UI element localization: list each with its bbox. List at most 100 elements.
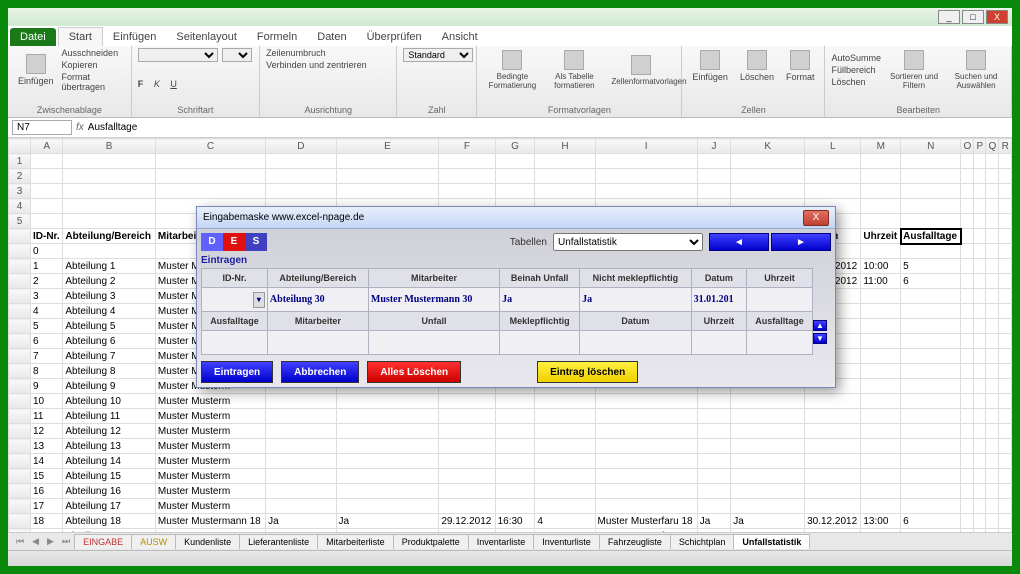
minimize-button[interactable]: _ [938,10,960,24]
cell[interactable]: Muster Musterm [155,424,265,439]
row-header[interactable] [9,469,31,484]
insert-cells-button[interactable]: Einfügen [688,48,732,84]
cell[interactable] [861,424,901,439]
sheet-tab[interactable]: Kundenliste [175,534,240,549]
cell[interactable] [266,499,336,514]
cell[interactable] [266,169,336,184]
cell[interactable] [986,169,999,184]
cell[interactable] [336,454,439,469]
cell[interactable]: 8 [31,364,63,379]
cell[interactable]: Abteilung 8 [63,364,156,379]
cell[interactable] [336,169,439,184]
cell[interactable]: Abteilung 7 [63,349,156,364]
cell[interactable] [901,409,961,424]
tab-daten[interactable]: Daten [307,28,356,46]
cell[interactable] [986,184,999,199]
cell[interactable] [731,184,805,199]
cell[interactable] [336,499,439,514]
tab-nav-next[interactable]: ▶ [43,536,58,547]
cell[interactable] [697,169,731,184]
cell[interactable] [495,409,535,424]
cell[interactable]: Muster Musterfaru 18 [595,514,697,529]
cell[interactable]: 6 [901,514,961,529]
cell[interactable] [901,499,961,514]
cell[interactable]: Muster Musterm [155,409,265,424]
cell[interactable]: 15 [31,469,63,484]
cell[interactable] [595,499,697,514]
cell[interactable] [595,424,697,439]
cell[interactable] [266,409,336,424]
tab-start[interactable]: Start [58,27,103,46]
cell[interactable] [31,184,63,199]
cell[interactable]: Muster Musterm [155,499,265,514]
cell[interactable]: 6 [901,274,961,289]
cell[interactable] [901,484,961,499]
cell[interactable]: Ja [731,529,805,533]
form-field[interactable]: ▾ [202,288,268,312]
cell[interactable] [535,499,595,514]
cell[interactable] [336,184,439,199]
cell[interactable] [861,319,901,334]
cell[interactable]: 13 [31,439,63,454]
row-header[interactable]: 4 [9,199,31,214]
cell[interactable] [266,439,336,454]
cell[interactable] [731,409,805,424]
eintragen-button[interactable]: Eintragen [201,361,273,383]
cell[interactable] [439,469,495,484]
cell[interactable] [439,424,495,439]
cell[interactable] [266,424,336,439]
cell[interactable] [974,214,986,229]
cell[interactable]: 17 [31,499,63,514]
cell[interactable] [805,409,861,424]
col-header[interactable]: E [336,139,439,154]
cell[interactable] [595,454,697,469]
form-field[interactable]: 31.01.201 [691,288,746,312]
cell[interactable] [495,169,535,184]
row-header[interactable] [9,319,31,334]
col-header[interactable]: F [439,139,495,154]
col-header[interactable]: D [266,139,336,154]
col-header[interactable]: N [901,139,961,154]
form-field[interactable] [580,331,691,355]
row-header[interactable] [9,379,31,394]
cell[interactable]: 19 [31,529,63,533]
formula-input[interactable] [88,122,1008,133]
merge-center-button[interactable]: Verbinden und zentrieren [266,60,390,70]
form-field[interactable] [747,288,813,312]
cell[interactable]: Abteilung 5 [63,319,156,334]
sheet-tab[interactable]: Inventarliste [468,534,535,549]
cell[interactable] [495,184,535,199]
cell[interactable] [697,439,731,454]
sheet-tab[interactable]: EINGABE [74,534,132,549]
tab-einfuegen[interactable]: Einfügen [103,28,166,46]
cell[interactable]: Muster Mustermann 19 [155,529,265,533]
cell[interactable] [901,184,961,199]
cell[interactable] [336,484,439,499]
cell[interactable] [999,154,1012,169]
header-cell[interactable]: Uhrzeit [861,229,901,244]
row-header[interactable] [9,394,31,409]
cell[interactable]: 4 [31,304,63,319]
cell[interactable]: Abteilung 2 [63,274,156,289]
cell[interactable] [861,244,901,259]
cell[interactable]: 4 [535,514,595,529]
alles-loeschen-button[interactable]: Alles Löschen [367,361,461,383]
tab-ueberpruefen[interactable]: Überprüfen [357,28,432,46]
cell[interactable] [901,214,961,229]
cell[interactable]: Ja [336,514,439,529]
cell[interactable]: 14 [31,454,63,469]
cond-format-button[interactable]: Bedingte Formatierung [483,48,541,92]
cell[interactable] [266,454,336,469]
copy-button[interactable]: Kopieren [62,60,125,70]
row-header[interactable] [9,484,31,499]
d-button[interactable]: D [201,233,223,251]
cell[interactable] [805,469,861,484]
cell[interactable] [986,199,999,214]
form-field[interactable] [500,331,580,355]
cell[interactable] [495,424,535,439]
cell[interactable] [439,169,495,184]
header-cell[interactable]: Ausfalltage [901,229,961,244]
cell[interactable] [861,334,901,349]
cell[interactable] [901,304,961,319]
cell[interactable] [901,334,961,349]
